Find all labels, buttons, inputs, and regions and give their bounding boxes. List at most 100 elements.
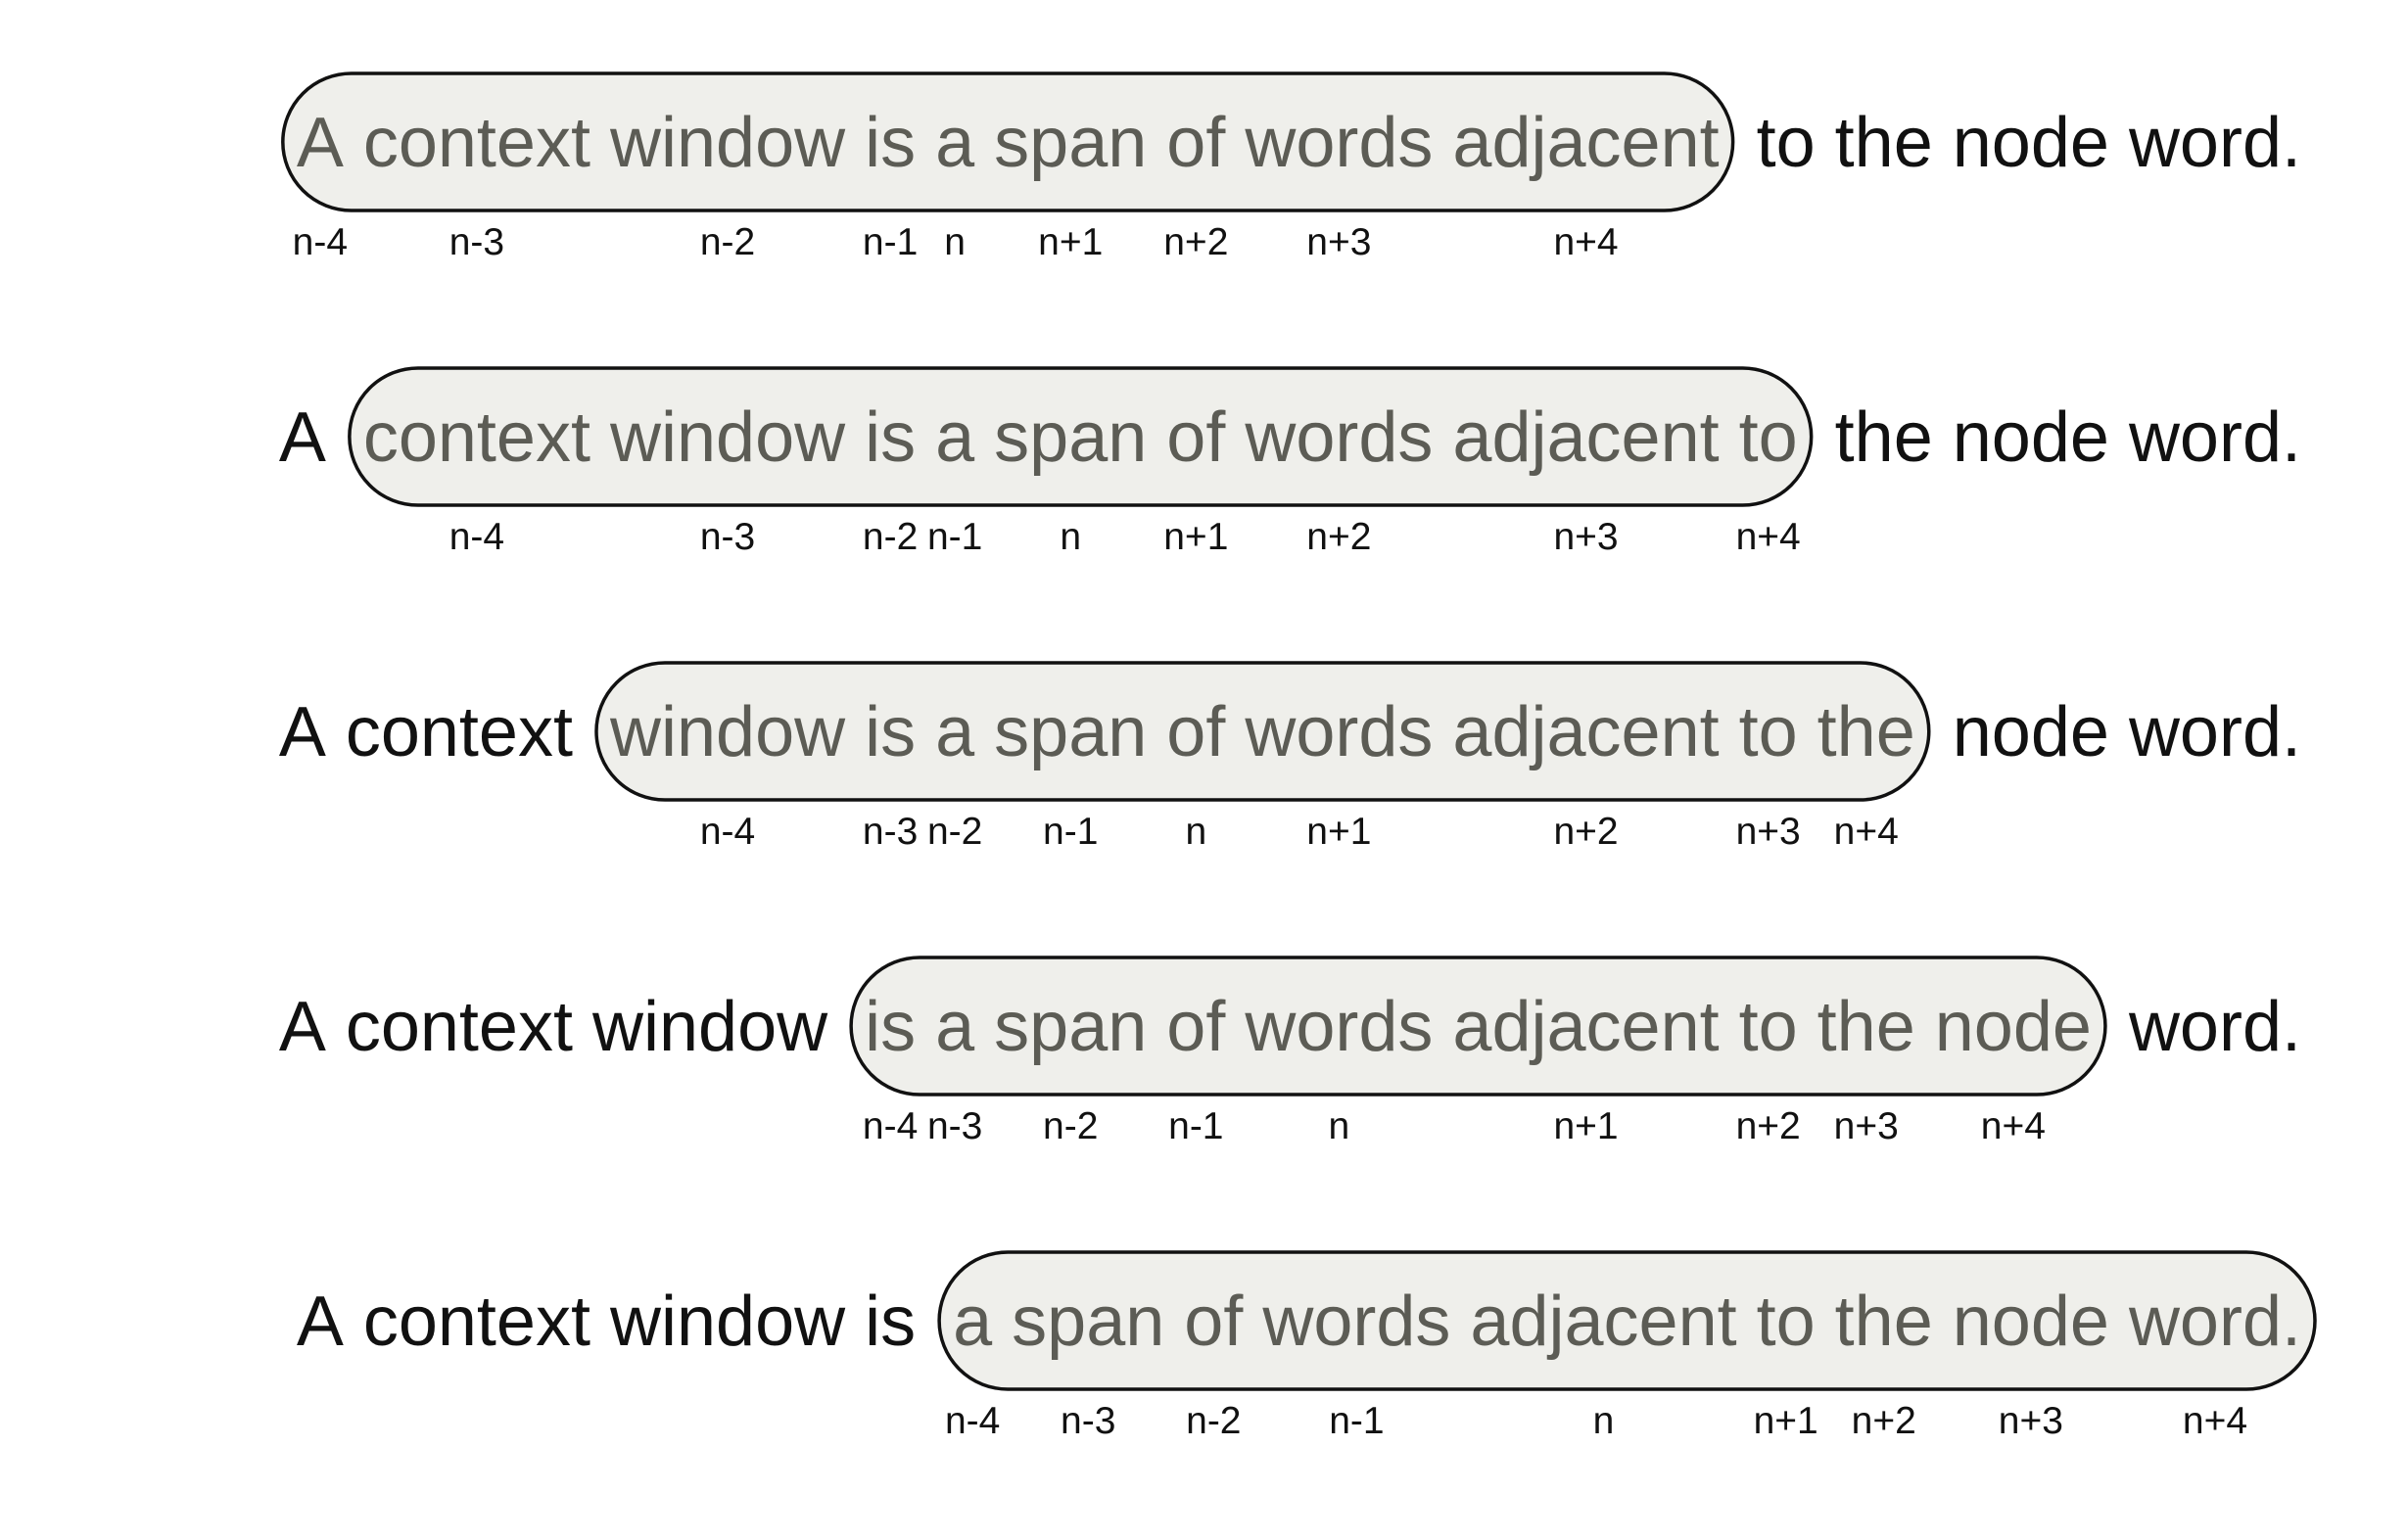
outside-word: is: [865, 1283, 916, 1361]
offset-label: n-1: [1168, 1105, 1223, 1147]
window-word: adjacent: [1452, 398, 1719, 477]
window-word: the: [1817, 988, 1915, 1066]
window-word: words: [1244, 693, 1433, 771]
outside-word: the: [1835, 104, 1933, 182]
outside-word: context: [363, 1283, 590, 1361]
offset-label: n-1: [863, 221, 918, 263]
offset-label: n+1: [1038, 221, 1103, 263]
window-word: words: [1244, 398, 1433, 477]
offset-label: n+3: [1834, 1105, 1899, 1147]
window-word: A: [297, 104, 344, 182]
offset-label: n+1: [1754, 1400, 1818, 1442]
window-word: words: [1261, 1283, 1450, 1361]
offset-label: n-4: [293, 221, 348, 263]
offset-label: n: [1593, 1400, 1615, 1442]
window-word: adjacent: [1452, 104, 1719, 182]
window-word: is: [865, 104, 916, 182]
offset-label: n-2: [1186, 1400, 1241, 1442]
window-word: a: [935, 988, 975, 1066]
outside-word: A: [279, 398, 326, 477]
offset-label: n+1: [1306, 811, 1371, 853]
window-word: window: [609, 693, 846, 771]
offset-label: n-3: [927, 1105, 982, 1147]
offset-label: n-4: [700, 811, 755, 853]
outside-word: word.: [2128, 693, 2301, 771]
window-word: span: [994, 988, 1147, 1066]
window-word: node: [1953, 1283, 2109, 1361]
window-word: span: [994, 693, 1147, 771]
window-word: a: [953, 1283, 993, 1361]
window-word: span: [994, 398, 1147, 477]
offset-label: n: [1185, 811, 1206, 853]
window-word: adjacent: [1452, 693, 1719, 771]
outside-word: context: [346, 988, 573, 1066]
window-word: adjacent: [1452, 988, 1719, 1066]
offset-label: n: [944, 221, 966, 263]
window-word: of: [1166, 104, 1226, 182]
context-window-diagram: Acontext window is a span of words adjacent to th…: [279, 71, 2317, 1442]
window-word: window: [609, 398, 846, 477]
window-word: node: [1935, 988, 2092, 1066]
offset-label: n+4: [1736, 516, 1801, 558]
offset-label: n+2: [1306, 516, 1371, 558]
window-word: the: [1817, 693, 1915, 771]
window-word: window: [609, 104, 846, 182]
outside-word: node: [1953, 104, 2109, 182]
window-word: to: [1757, 1283, 1816, 1361]
context-window-row: Acontext window is a span of words adjacent to th…: [297, 1250, 2317, 1442]
offset-label: n+4: [2183, 1400, 2247, 1442]
window-word: adjacent: [1470, 1283, 1736, 1361]
window-word: the: [1835, 1283, 1933, 1361]
window-word: is: [865, 693, 916, 771]
offset-label: n-4: [449, 516, 504, 558]
window-word: a: [935, 398, 975, 477]
outside-word: word.: [2128, 104, 2301, 182]
offset-label: n+2: [1736, 1105, 1801, 1147]
offset-label: n-2: [863, 516, 918, 558]
outside-word: to: [1757, 104, 1816, 182]
window-word: is: [865, 398, 916, 477]
context-window-row: Acontext window is a span of words adjacent to th…: [281, 71, 2301, 263]
offset-label: n+1: [1163, 516, 1228, 558]
offset-label: n-2: [700, 221, 755, 263]
window-word: context: [363, 398, 590, 477]
offset-label: n-3: [863, 811, 918, 853]
window-word: span: [994, 104, 1147, 182]
window-word: words: [1244, 104, 1433, 182]
offset-label: n+4: [1834, 811, 1899, 853]
outside-word: word.: [2128, 398, 2301, 477]
window-word: to: [1739, 988, 1798, 1066]
offset-label: n+1: [1553, 1105, 1618, 1147]
window-word: a: [935, 693, 975, 771]
outside-word: node: [1953, 398, 2109, 477]
window-word: context: [363, 104, 590, 182]
offset-label: n-4: [945, 1400, 1000, 1442]
offset-label: n+4: [1553, 221, 1618, 263]
outside-word: node: [1953, 693, 2109, 771]
window-word: span: [1012, 1283, 1164, 1361]
outside-word: A: [297, 1283, 344, 1361]
window-word: words: [1244, 988, 1433, 1066]
offset-label: n-3: [700, 516, 755, 558]
offset-label: n: [1329, 1105, 1350, 1147]
offset-label: n-1: [927, 516, 982, 558]
offset-label: n-2: [1043, 1105, 1098, 1147]
offset-label: n+2: [1163, 221, 1228, 263]
window-word: a: [935, 104, 975, 182]
offset-label: n+4: [1981, 1105, 2046, 1147]
outside-word: context: [346, 693, 573, 771]
offset-label: n: [1060, 516, 1081, 558]
window-word: of: [1184, 1283, 1244, 1361]
offset-label: n-3: [1061, 1400, 1115, 1442]
offset-label: n+3: [1999, 1400, 2063, 1442]
offset-label: n-1: [1043, 811, 1098, 853]
window-word: to: [1739, 398, 1798, 477]
window-word: of: [1166, 988, 1226, 1066]
offset-label: n+2: [1852, 1400, 1916, 1442]
outside-word: window: [609, 1283, 846, 1361]
outside-word: window: [591, 988, 828, 1066]
offset-label: n+3: [1306, 221, 1371, 263]
outside-word: word.: [2128, 988, 2301, 1066]
offset-label: n+3: [1736, 811, 1801, 853]
window-word: of: [1166, 398, 1226, 477]
